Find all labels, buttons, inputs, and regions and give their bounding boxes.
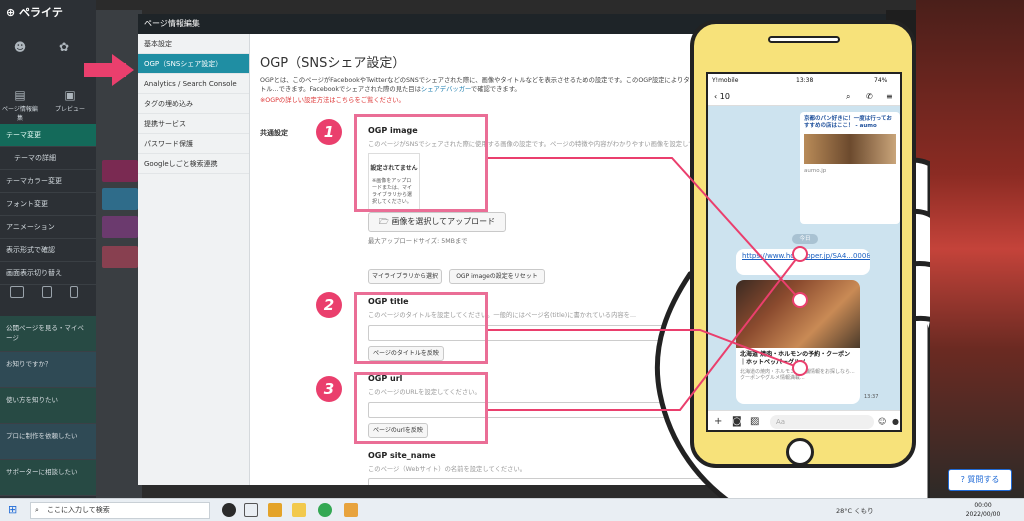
screen: ⊕ ペライテ ☻ ✿ ▤ ページ情報編集 ▣ プレビュー テーマ変更 テーマの詳細 … [0, 0, 1024, 521]
app-icon[interactable] [344, 503, 358, 517]
cortana-icon[interactable] [222, 503, 236, 517]
taskbar-search[interactable]: ⌕ ここに入力して検索 [30, 502, 210, 519]
windows-start-icon[interactable]: ⊞ [8, 503, 17, 516]
outlook-icon[interactable] [268, 503, 282, 517]
weather-widget[interactable]: 28°C くもり [836, 505, 874, 515]
windows-taskbar: ⊞ ⌕ ここに入力して検索 28°C くもり 00:00 2022/00/00 [0, 498, 1024, 521]
clock[interactable]: 00:00 2022/00/00 [958, 501, 1008, 519]
line-image [488, 157, 801, 301]
explorer-icon[interactable] [292, 503, 306, 517]
marker-url [792, 246, 808, 262]
connector-lines [488, 157, 808, 411]
marker-image [792, 292, 808, 308]
search-icon: ⌕ [35, 506, 39, 514]
line-url [488, 253, 801, 411]
marker-title [792, 360, 808, 376]
help-question-button[interactable]: ? 質問する [948, 469, 1012, 491]
chrome-icon[interactable] [318, 503, 332, 517]
line-title [488, 329, 801, 369]
task-view-icon[interactable] [244, 503, 258, 517]
